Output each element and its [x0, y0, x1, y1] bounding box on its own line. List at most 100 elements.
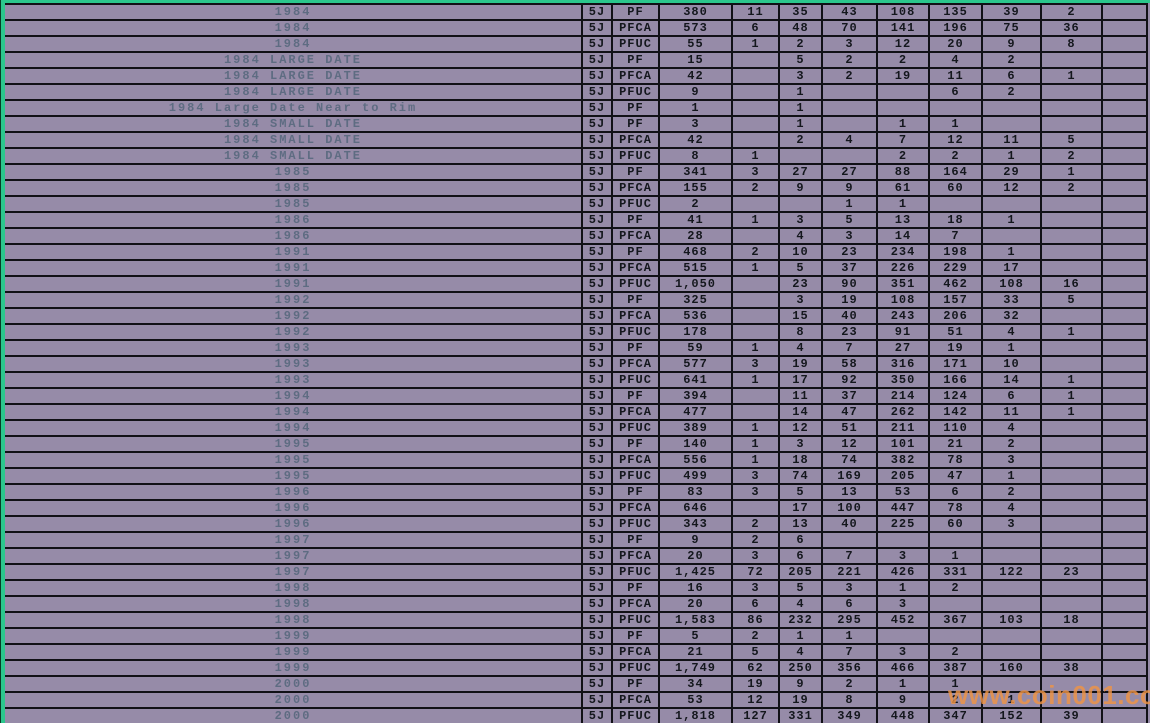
cell-count[interactable]: 39 [983, 5, 1042, 21]
cell-count[interactable] [930, 533, 983, 549]
cell-grade[interactable]: PF [613, 341, 660, 357]
cell-count[interactable] [1042, 357, 1103, 373]
cell-count[interactable] [983, 549, 1042, 565]
cell-count[interactable]: 556 [660, 453, 733, 469]
cell-count[interactable]: 19 [878, 69, 930, 85]
cell-count[interactable]: 78 [930, 453, 983, 469]
cell-description[interactable]: 1993 [5, 373, 583, 389]
cell-count[interactable]: 34 [660, 677, 733, 693]
cell-count[interactable]: 43 [823, 5, 878, 21]
cell-description[interactable]: 1997 [5, 533, 583, 549]
cell-grade[interactable]: PF [613, 677, 660, 693]
cell-count[interactable] [823, 101, 878, 117]
cell-count[interactable]: 21 [930, 437, 983, 453]
cell-grade[interactable]: PF [613, 245, 660, 261]
cell-count[interactable]: 5 [1042, 133, 1103, 149]
cell-count[interactable]: 214 [878, 389, 930, 405]
cell-denomination[interactable]: 5J [583, 421, 613, 437]
cell-count[interactable] [1042, 261, 1103, 277]
cell-count[interactable]: 141 [878, 21, 930, 37]
cell-empty[interactable] [1103, 661, 1148, 677]
cell-denomination[interactable]: 5J [583, 101, 613, 117]
cell-count[interactable] [733, 117, 780, 133]
cell-count[interactable] [733, 101, 780, 117]
cell-count[interactable]: 11 [930, 69, 983, 85]
cell-denomination[interactable]: 5J [583, 117, 613, 133]
cell-denomination[interactable]: 5J [583, 373, 613, 389]
cell-count[interactable]: 3 [983, 453, 1042, 469]
cell-denomination[interactable]: 5J [583, 197, 613, 213]
cell-count[interactable] [1042, 501, 1103, 517]
cell-description[interactable]: 1996 [5, 517, 583, 533]
cell-denomination[interactable]: 5J [583, 245, 613, 261]
cell-empty[interactable] [1103, 197, 1148, 213]
cell-count[interactable]: 3 [733, 581, 780, 597]
cell-count[interactable]: 2 [983, 85, 1042, 101]
cell-count[interactable]: 58 [823, 357, 878, 373]
cell-count[interactable]: 2 [930, 581, 983, 597]
cell-count[interactable]: 466 [878, 661, 930, 677]
cell-count[interactable] [1042, 453, 1103, 469]
cell-count[interactable]: 380 [660, 5, 733, 21]
cell-count[interactable]: 33 [983, 293, 1042, 309]
cell-count[interactable]: 5 [780, 261, 823, 277]
cell-count[interactable]: 6 [780, 533, 823, 549]
cell-grade[interactable]: PF [613, 213, 660, 229]
cell-count[interactable]: 229 [930, 261, 983, 277]
cell-count[interactable] [733, 277, 780, 293]
cell-count[interactable]: 178 [660, 325, 733, 341]
cell-empty[interactable] [1103, 293, 1148, 309]
cell-description[interactable]: 1986 [5, 213, 583, 229]
cell-empty[interactable] [1103, 181, 1148, 197]
cell-count[interactable]: 389 [660, 421, 733, 437]
cell-count[interactable]: 1 [1042, 325, 1103, 341]
cell-count[interactable]: 9 [983, 37, 1042, 53]
cell-count[interactable]: 2 [930, 693, 983, 709]
cell-count[interactable]: 110 [930, 421, 983, 437]
cell-denomination[interactable]: 5J [583, 389, 613, 405]
cell-empty[interactable] [1103, 357, 1148, 373]
cell-count[interactable] [823, 533, 878, 549]
cell-description[interactable]: 1984 [5, 5, 583, 21]
cell-description[interactable]: 1986 [5, 229, 583, 245]
cell-count[interactable]: 90 [823, 277, 878, 293]
cell-count[interactable]: 108 [878, 5, 930, 21]
cell-count[interactable]: 499 [660, 469, 733, 485]
cell-count[interactable]: 8 [780, 325, 823, 341]
cell-count[interactable] [930, 101, 983, 117]
cell-count[interactable]: 51 [823, 421, 878, 437]
cell-count[interactable]: 295 [823, 613, 878, 629]
cell-count[interactable]: 13 [823, 485, 878, 501]
cell-description[interactable]: 1994 [5, 389, 583, 405]
cell-grade[interactable]: PFUC [613, 277, 660, 293]
cell-count[interactable]: 2 [983, 485, 1042, 501]
cell-count[interactable] [983, 597, 1042, 613]
cell-count[interactable]: 27 [878, 341, 930, 357]
cell-grade[interactable]: PFCA [613, 181, 660, 197]
cell-denomination[interactable]: 5J [583, 613, 613, 629]
cell-grade[interactable]: PFCA [613, 69, 660, 85]
cell-count[interactable]: 5 [780, 53, 823, 69]
cell-denomination[interactable]: 5J [583, 357, 613, 373]
cell-count[interactable]: 356 [823, 661, 878, 677]
cell-grade[interactable]: PFCA [613, 133, 660, 149]
cell-count[interactable]: 127 [733, 709, 780, 723]
cell-empty[interactable] [1103, 597, 1148, 613]
cell-grade[interactable]: PFCA [613, 549, 660, 565]
cell-count[interactable]: 1 [780, 101, 823, 117]
cell-description[interactable]: 1985 [5, 197, 583, 213]
cell-count[interactable]: 12 [733, 693, 780, 709]
cell-description[interactable]: 1995 [5, 453, 583, 469]
cell-count[interactable]: 20 [930, 37, 983, 53]
cell-count[interactable]: 452 [878, 613, 930, 629]
cell-description[interactable]: 1984 SMALL DATE [5, 149, 583, 165]
cell-description[interactable]: 1998 [5, 597, 583, 613]
cell-grade[interactable]: PFCA [613, 21, 660, 37]
cell-count[interactable]: 16 [1042, 277, 1103, 293]
cell-grade[interactable]: PFUC [613, 197, 660, 213]
cell-count[interactable] [733, 85, 780, 101]
cell-count[interactable]: 91 [878, 325, 930, 341]
cell-count[interactable] [1042, 485, 1103, 501]
cell-grade[interactable]: PFUC [613, 325, 660, 341]
cell-count[interactable]: 74 [823, 453, 878, 469]
